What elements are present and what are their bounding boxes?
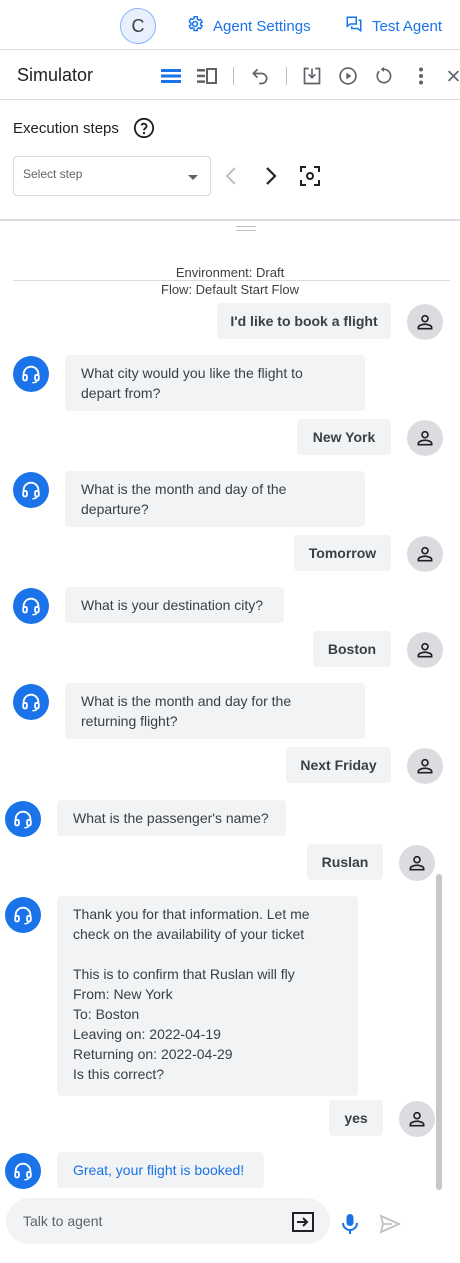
person-icon (417, 758, 433, 774)
headset-icon (22, 693, 40, 712)
agent-avatar (5, 897, 41, 933)
user-avatar (399, 1101, 435, 1137)
person-icon (417, 314, 433, 330)
headset-icon (22, 597, 40, 616)
headset-icon (14, 906, 32, 925)
agent-avatar (13, 472, 49, 508)
simulator-title: Simulator (17, 65, 94, 85)
person-icon (417, 546, 433, 562)
agent-settings-button[interactable]: Agent Settings (186, 14, 311, 38)
person-icon (409, 1111, 425, 1127)
chevron-left-icon[interactable] (222, 166, 240, 191)
center-focus-icon[interactable] (300, 166, 320, 191)
user-message: Next Friday (286, 747, 391, 783)
execution-steps-label: Execution steps (13, 120, 119, 137)
split-view-icon[interactable] (196, 65, 218, 87)
help-icon[interactable] (133, 117, 155, 144)
user-avatar (407, 536, 443, 572)
user-message: Tomorrow (294, 535, 391, 571)
scrollbar-thumb[interactable] (436, 874, 442, 1190)
agent-avatar (13, 684, 49, 720)
user-message: Ruslan (307, 844, 383, 880)
agent-message: Great, your flight is booked! (57, 1152, 264, 1188)
headset-icon (14, 810, 32, 829)
gear-icon (186, 15, 204, 37)
step-select[interactable]: Select step (13, 156, 211, 196)
toolbar-divider (286, 67, 287, 85)
user-avatar (407, 304, 443, 340)
top-bar: C Agent Settings Test Agent (0, 0, 460, 50)
section-divider (0, 219, 460, 221)
user-avatar (407, 420, 443, 456)
play-icon[interactable] (337, 65, 359, 87)
environment-divider (13, 280, 450, 281)
more-vert-icon[interactable] (410, 65, 432, 87)
talk-to-agent-input[interactable] (23, 1211, 273, 1231)
user-message: I'd like to book a flight (217, 303, 391, 339)
reset-icon[interactable] (373, 65, 395, 87)
toolbar-divider (233, 67, 234, 85)
drag-handle[interactable] (236, 226, 256, 231)
undo-icon[interactable] (249, 65, 271, 87)
agent-avatar (13, 356, 49, 392)
user-avatar (407, 632, 443, 668)
chat-icon (345, 15, 363, 37)
chevron-right-icon[interactable] (262, 166, 280, 191)
chat-input-container (6, 1198, 330, 1244)
agent-message: What is your destination city? (65, 587, 284, 623)
agent-message: What city would you like the flight to de… (65, 355, 365, 411)
agent-message: What is the month and day of the departur… (65, 471, 365, 527)
headset-icon (22, 481, 40, 500)
list-view-icon[interactable] (160, 65, 182, 87)
user-avatar (407, 748, 443, 784)
agent-message: What is the passenger's name? (57, 800, 286, 836)
simulator-header: Simulator (0, 51, 460, 100)
chevron-down-icon (188, 175, 198, 180)
test-agent-label: Test Agent (372, 17, 443, 35)
agent-avatar (5, 1153, 41, 1189)
send-icon[interactable] (379, 1214, 402, 1239)
close-icon[interactable] (447, 65, 460, 87)
headset-icon (14, 1162, 32, 1181)
headset-icon (22, 365, 40, 384)
person-icon (409, 855, 425, 871)
user-avatar (399, 845, 435, 881)
avatar[interactable]: C (120, 8, 156, 44)
test-agent-button[interactable]: Test Agent (345, 14, 442, 38)
user-message: Boston (313, 631, 391, 667)
avatar-letter: C (131, 15, 145, 36)
user-message: yes (329, 1100, 383, 1136)
person-icon (417, 430, 433, 446)
agent-avatar (5, 801, 41, 837)
step-select-placeholder: Select step (23, 167, 83, 181)
agent-settings-label: Agent Settings (213, 17, 311, 35)
microphone-icon[interactable] (340, 1213, 360, 1240)
person-icon (417, 642, 433, 658)
flow-text: Flow: Default Start Flow (159, 282, 301, 297)
download-icon[interactable] (301, 65, 323, 87)
agent-message: What is the month and day for the returni… (65, 683, 365, 739)
environment-text: Environment: Draft (173, 265, 287, 280)
input-event-icon[interactable] (292, 1212, 314, 1237)
user-message: New York (297, 419, 391, 455)
agent-avatar (13, 588, 49, 624)
agent-message: Thank you for that information. Let me c… (57, 896, 358, 1096)
